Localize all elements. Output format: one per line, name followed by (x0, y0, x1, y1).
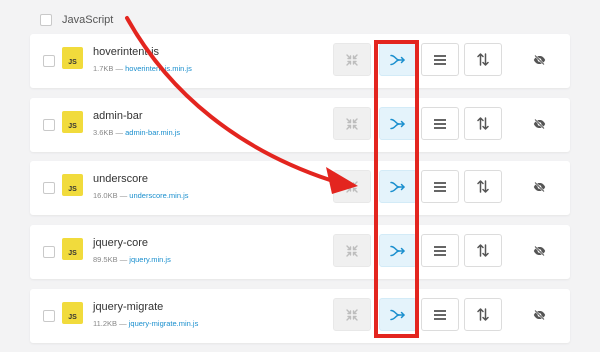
annotation-arrowhead (326, 167, 358, 194)
annotation-arrow-line (125, 16, 332, 182)
annotation-arrow (125, 16, 358, 194)
